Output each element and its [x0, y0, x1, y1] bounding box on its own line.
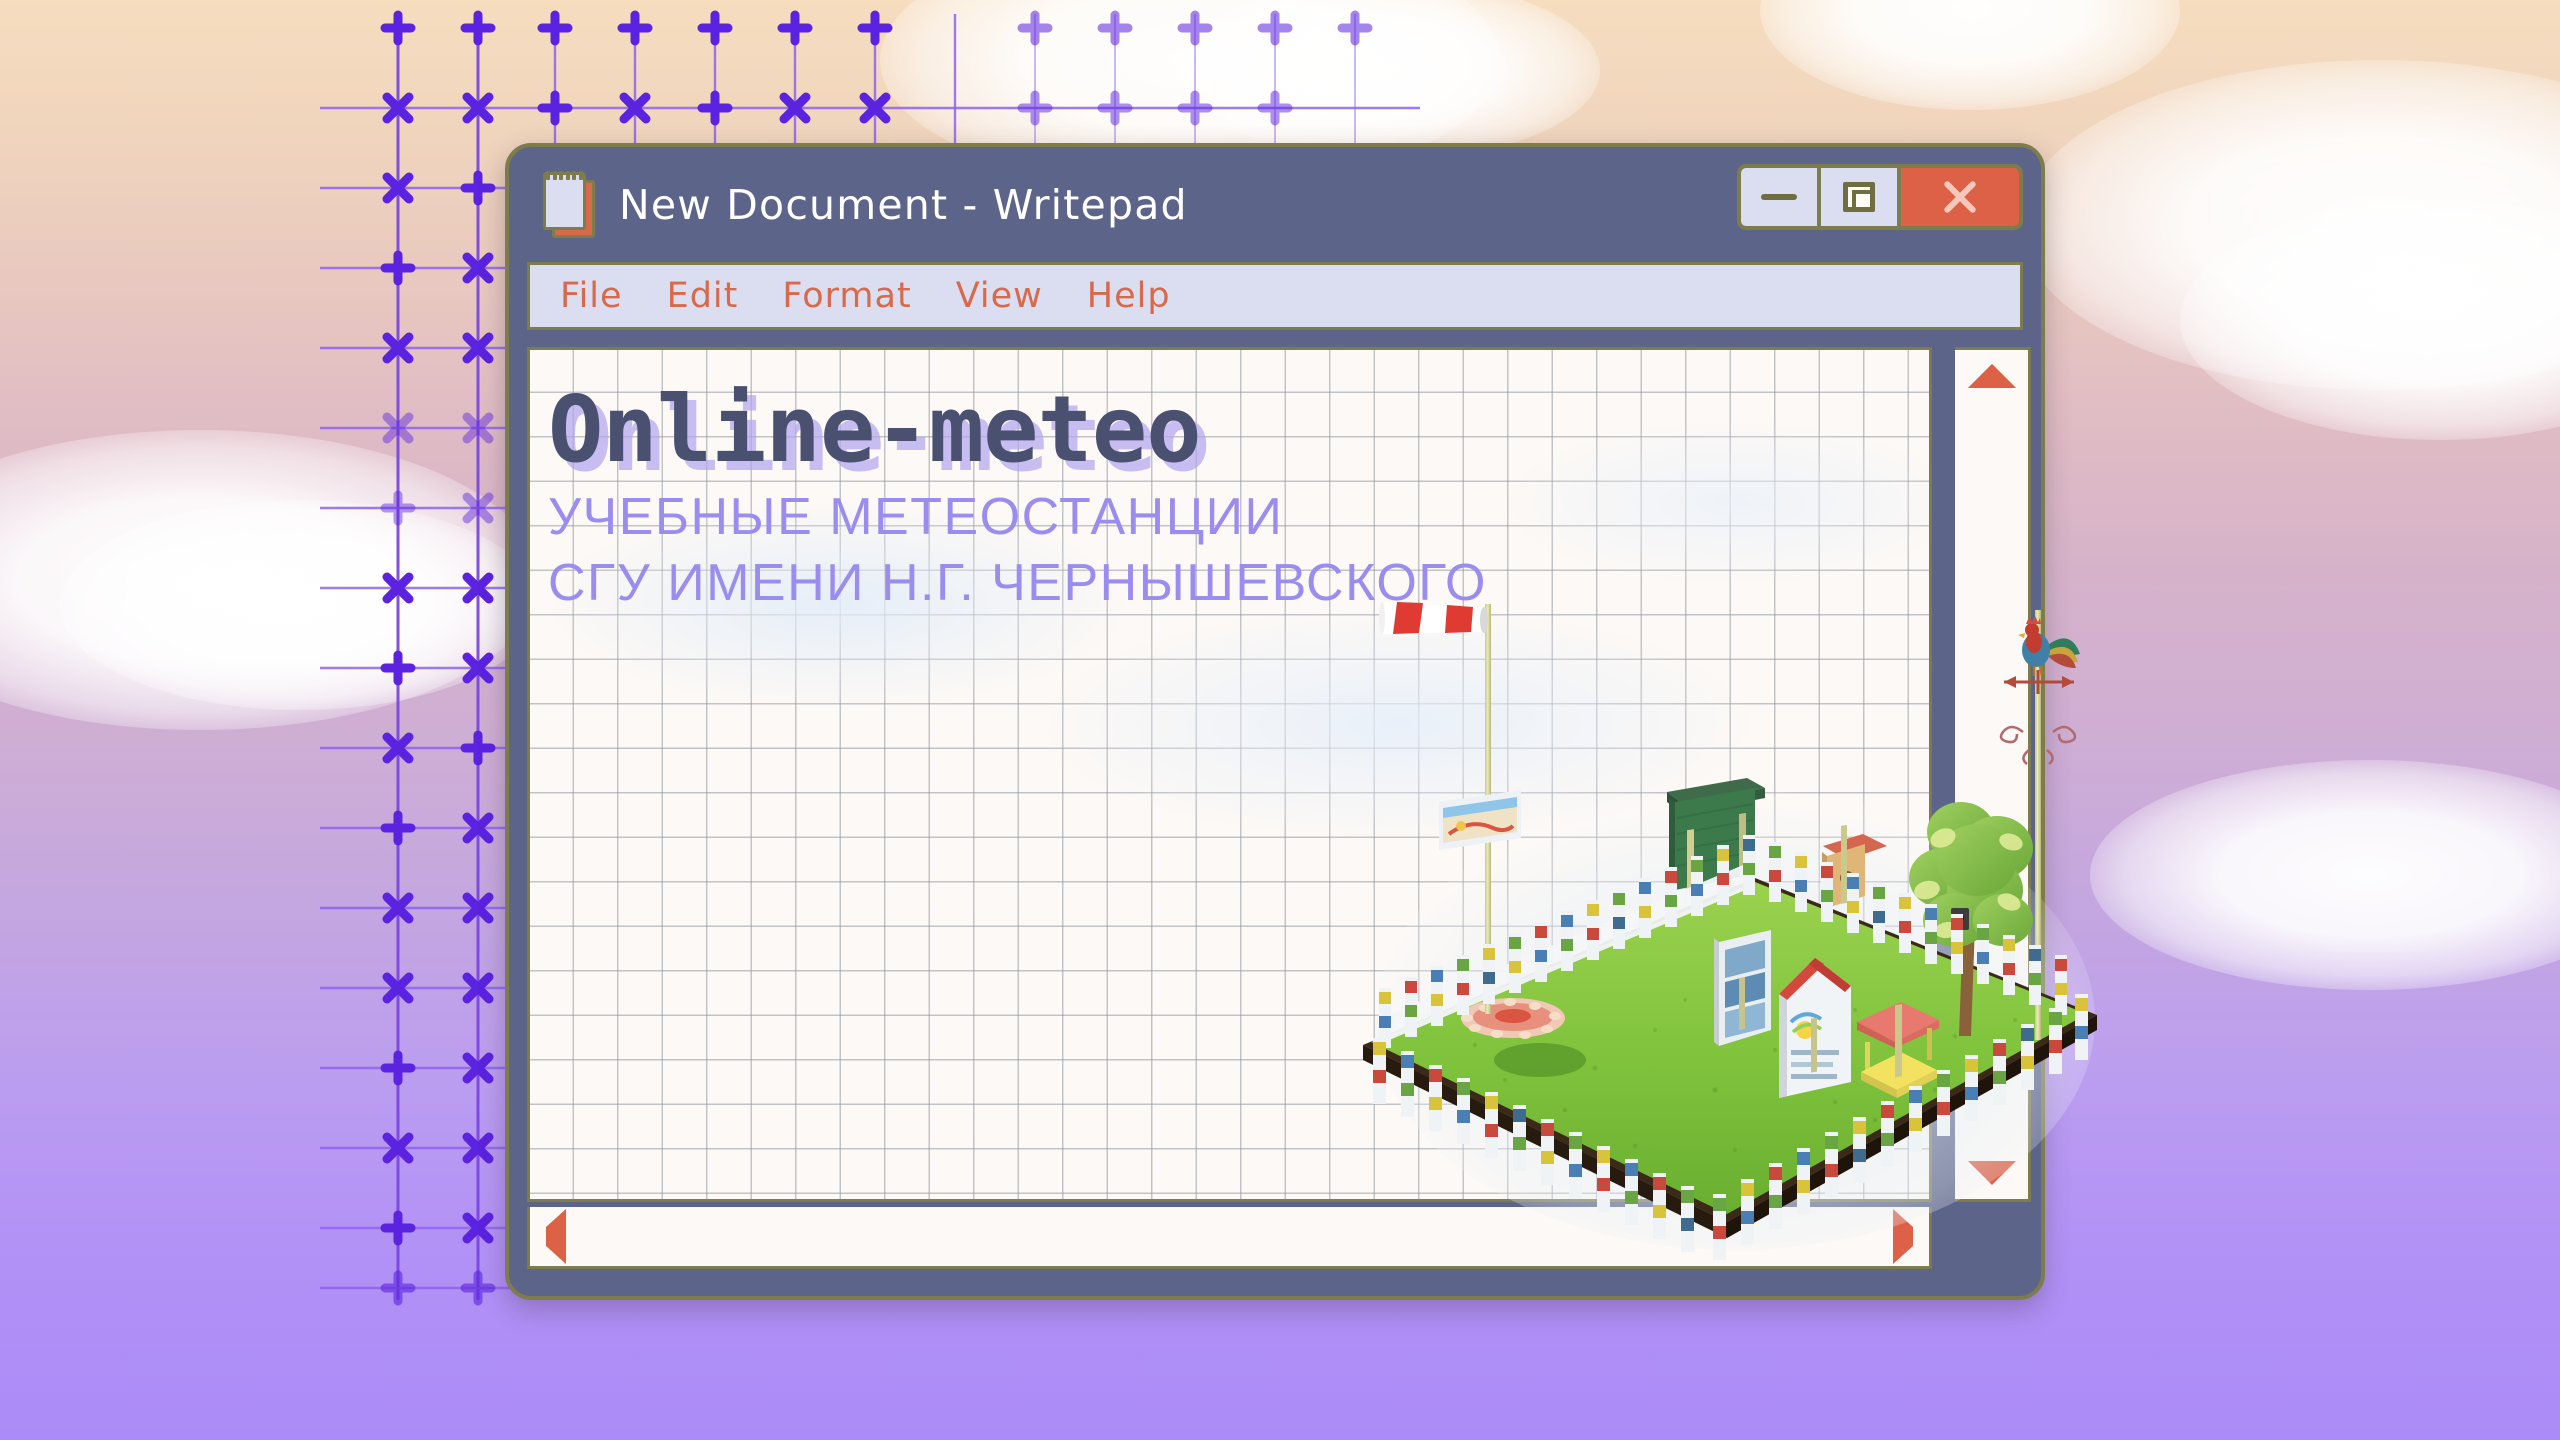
title-bar[interactable]: New Document - Writepad	[509, 147, 2041, 262]
scroll-up-arrow-icon[interactable]	[1967, 364, 2016, 388]
document-subtitle-line-1: УЧЕБНЫЕ МЕТЕОСТАНЦИИ	[548, 487, 1284, 546]
scroll-left-arrow-icon[interactable]	[546, 1209, 566, 1264]
minimize-button[interactable]	[1741, 168, 1821, 226]
writepad-window[interactable]: New Document - Writepad File Edit Format…	[505, 143, 2045, 1300]
window-controls[interactable]	[1737, 164, 2023, 230]
menu-item-file[interactable]: File	[560, 276, 623, 316]
cloud-decoration	[2180, 200, 2560, 440]
maximize-button[interactable]	[1821, 168, 1901, 226]
minimize-icon	[1761, 194, 1797, 200]
cloud-decoration	[0, 430, 540, 730]
document-subtitle-line-2: СГУ ИМЕНИ Н.Г. ЧЕРНЫШЕВСКОГО	[548, 553, 1487, 612]
maximize-icon	[1843, 182, 1875, 212]
text-editor-canvas[interactable]: Online-meteo УЧЕБНЫЕ МЕТЕОСТАНЦИИ СГУ ИМ…	[527, 347, 1932, 1202]
document-headline: Online-meteo	[548, 376, 1202, 483]
menu-item-view[interactable]: View	[956, 276, 1043, 316]
cloud-decoration	[1760, 0, 2180, 110]
cloud-decoration	[2020, 60, 2560, 390]
scroll-right-arrow-icon[interactable]	[1893, 1209, 1913, 1264]
cloud-decoration	[1180, 0, 1600, 160]
close-icon	[1939, 176, 1981, 218]
vertical-scrollbar[interactable]	[1955, 347, 2031, 1202]
cloud-decoration	[2090, 760, 2560, 990]
menu-item-help[interactable]: Help	[1087, 276, 1171, 316]
notepad-icon	[543, 170, 595, 238]
menu-item-format[interactable]: Format	[782, 276, 911, 316]
document-area: Online-meteo УЧЕБНЫЕ МЕТЕОСТАНЦИИ СГУ ИМ…	[527, 347, 2031, 1269]
desktop: New Document - Writepad File Edit Format…	[0, 0, 2560, 1440]
close-button[interactable]	[1901, 168, 2019, 226]
scroll-down-arrow-icon[interactable]	[1967, 1161, 2016, 1185]
menu-bar[interactable]: File Edit Format View Help	[527, 262, 2023, 330]
window-title: New Document - Writepad	[619, 180, 1188, 229]
horizontal-scrollbar[interactable]	[527, 1207, 1932, 1269]
cloud-decoration	[60, 500, 540, 710]
menu-item-edit[interactable]: Edit	[667, 276, 739, 316]
